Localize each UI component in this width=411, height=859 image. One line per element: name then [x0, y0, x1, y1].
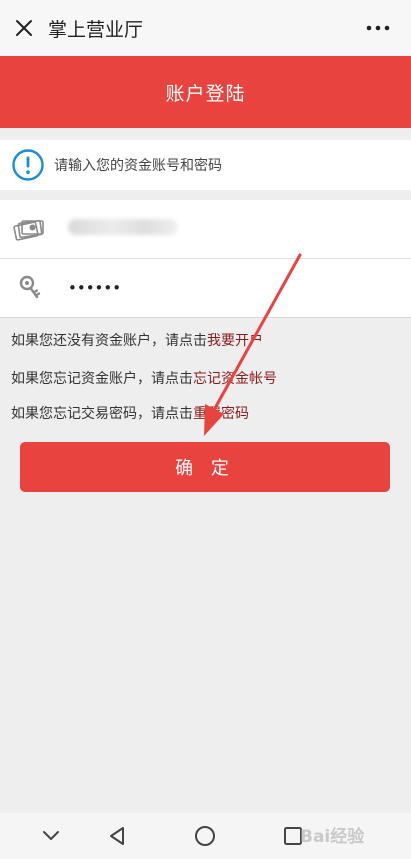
divider [0, 317, 411, 318]
more-dots-icon[interactable] [363, 14, 393, 42]
back-triangle-icon[interactable] [104, 823, 130, 849]
home-circle-icon[interactable] [192, 823, 218, 849]
app-title: 掌上营业厅 [48, 18, 144, 41]
hint-forgot-account: 如果您忘记资金账户，请点击忘记资金帐号 [11, 368, 277, 388]
hint-open-account: 如果您还没有资金账户，请点击我要开户 [11, 330, 263, 350]
forgot-account-link[interactable]: 忘记资金帐号 [193, 371, 277, 387]
close-icon[interactable] [2, 0, 46, 56]
chevron-down-icon[interactable] [38, 823, 64, 849]
password-value: •••••• [68, 279, 122, 297]
hint-text: 如果您忘记交易密码，请点击 [11, 406, 193, 422]
hint-reset-password: 如果您忘记交易密码，请点击重置密码 [11, 403, 249, 423]
info-circle-icon [12, 149, 44, 181]
watermark-text: Bai经验 [300, 826, 365, 847]
annotation-arrow [204, 253, 302, 436]
key-icon [12, 271, 46, 305]
hint-text: 如果您还没有资金账户，请点击 [11, 333, 207, 349]
account-value-obscured [68, 219, 178, 239]
baidu-jingyan-watermark: Bai经验 [300, 812, 410, 856]
info-row: 请输入您的资金账号和密码 [0, 140, 411, 190]
open-account-link[interactable]: 我要开户 [207, 333, 263, 349]
page-header: 账户登陆 [0, 56, 411, 128]
hint-text: 如果您忘记资金账户，请点击 [11, 371, 193, 387]
reset-password-link[interactable]: 重置密码 [193, 406, 249, 422]
info-text: 请输入您的资金账号和密码 [54, 158, 222, 174]
top-bar: 掌上营业厅 [0, 0, 411, 56]
password-field[interactable]: •••••• [0, 259, 411, 317]
money-icon [12, 212, 46, 246]
confirm-button[interactable]: 确 定 [20, 442, 390, 492]
page-title: 账户登陆 [165, 82, 246, 105]
account-field[interactable] [0, 200, 411, 258]
